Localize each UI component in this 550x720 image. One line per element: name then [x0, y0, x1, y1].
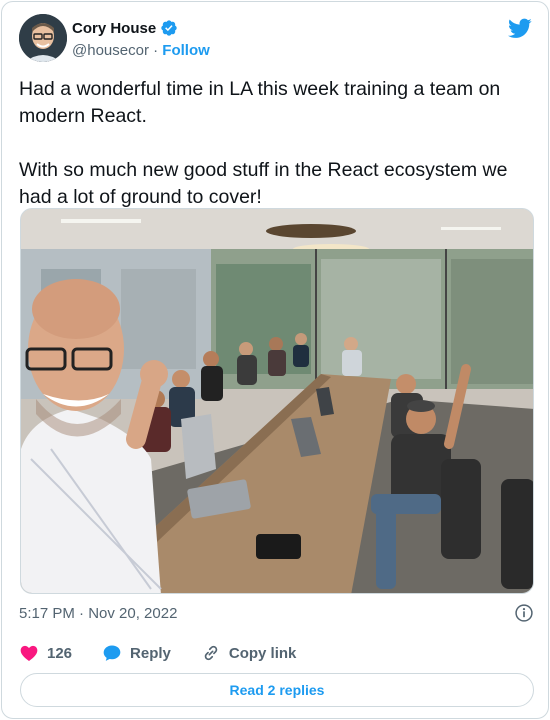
reply-button[interactable]: Reply	[102, 643, 171, 663]
tweet-timestamp[interactable]: 5:17 PM · Nov 20, 2022	[19, 605, 177, 622]
copy-link-label: Copy link	[228, 644, 297, 662]
tweet-photo[interactable]	[20, 208, 534, 594]
author-handle[interactable]: @housecor	[72, 42, 149, 59]
like-count: 126	[47, 644, 73, 662]
read-replies-button[interactable]: Read 2 replies	[20, 673, 534, 707]
like-button[interactable]: 126	[19, 643, 72, 663]
heart-icon	[20, 645, 38, 661]
reply-bubble-icon	[103, 645, 121, 661]
link-icon	[204, 645, 218, 661]
tweet-text: Had a wonderful time in LA this week tra…	[19, 78, 508, 208]
follow-button[interactable]: Follow	[162, 42, 210, 59]
tweet-card: Cory House @housecor · Follow Had a wond…	[1, 1, 549, 719]
read-replies-label: Read 2 replies	[229, 682, 325, 698]
twitter-bird-icon[interactable]	[508, 16, 532, 40]
copy-link-button[interactable]: Copy link	[201, 643, 297, 663]
avatar[interactable]	[19, 14, 67, 62]
reply-label: Reply	[130, 644, 171, 662]
info-icon[interactable]	[514, 603, 534, 623]
handle-separator: ·	[148, 42, 163, 59]
author-name[interactable]: Cory House	[72, 20, 156, 37]
tweet-actions: 126 Reply Copy link	[19, 643, 326, 663]
verified-badge-icon	[161, 20, 177, 36]
